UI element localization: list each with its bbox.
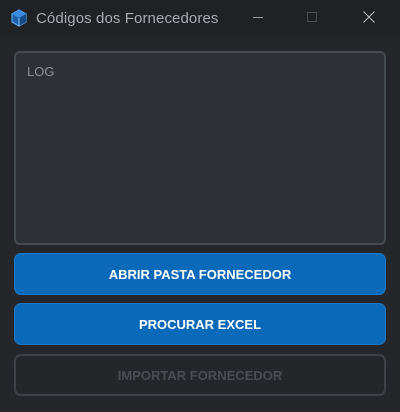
import-supplier-button[interactable]: IMPORTAR FORNECEDOR	[14, 354, 386, 396]
minimize-button[interactable]	[235, 0, 281, 37]
title-bar[interactable]: Códigos dos Fornecedores	[0, 0, 400, 37]
browse-excel-button[interactable]: PROCURAR EXCEL	[14, 303, 386, 345]
close-icon	[363, 10, 375, 28]
maximize-button[interactable]	[289, 0, 335, 37]
open-supplier-folder-button[interactable]: ABRIR PASTA FORNECEDOR	[14, 253, 386, 295]
log-textbox[interactable]: LOG	[14, 51, 386, 245]
cube-icon	[10, 9, 28, 27]
maximize-icon	[306, 10, 318, 28]
log-label: LOG	[27, 64, 55, 79]
window-title: Códigos dos Fornecedores	[36, 10, 219, 27]
app-window: Códigos dos Fornecedores LOG ABRIR PASTA…	[0, 0, 400, 412]
close-button[interactable]	[346, 0, 392, 37]
minimize-icon	[252, 10, 264, 28]
